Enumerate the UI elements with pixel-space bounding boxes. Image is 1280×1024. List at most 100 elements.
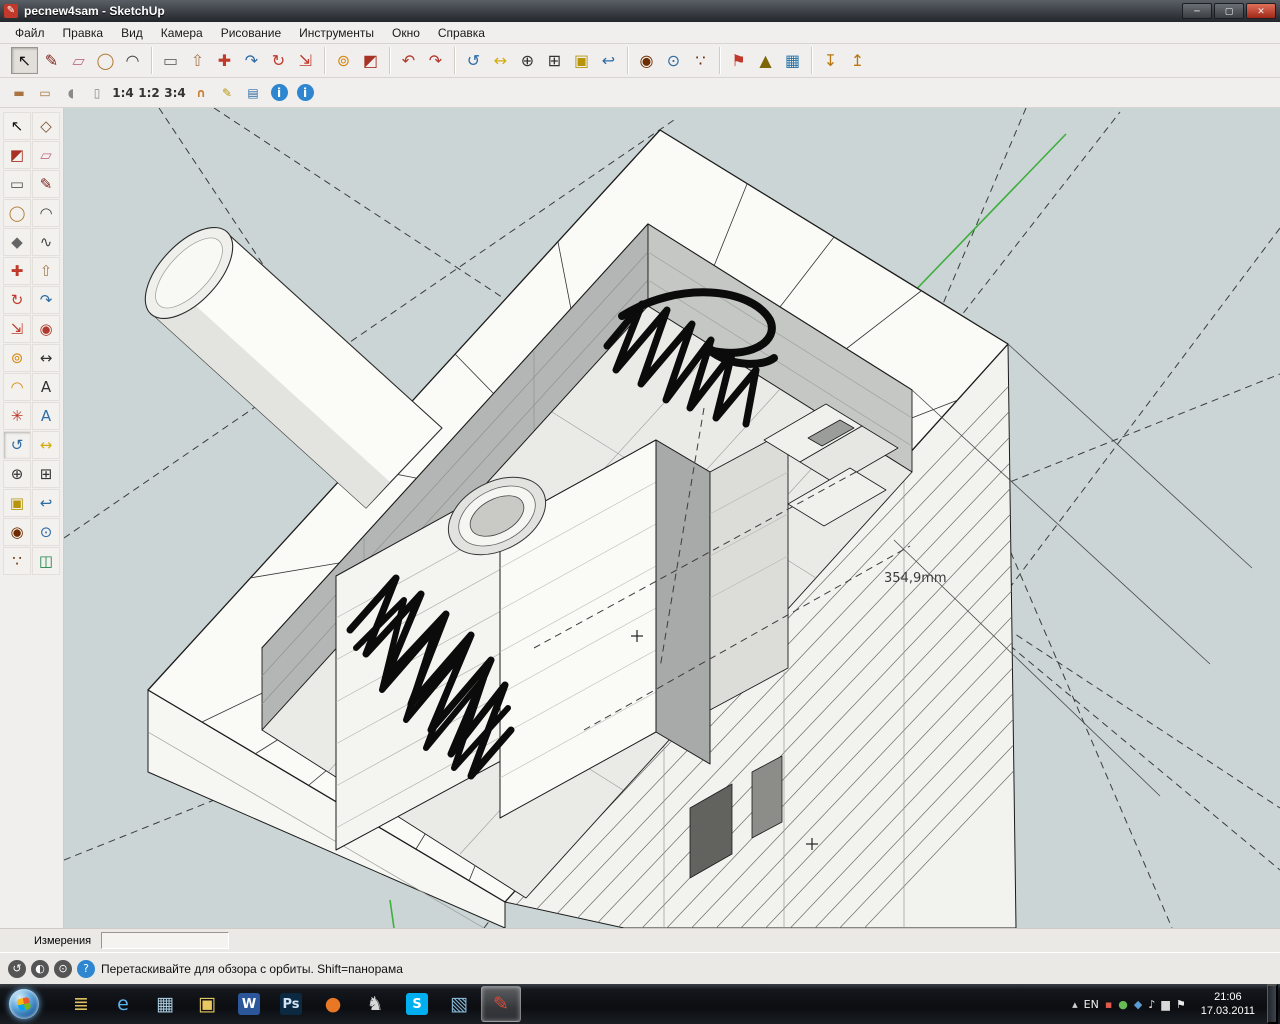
photoshop-icon[interactable]: Ps: [271, 986, 311, 1022]
offset-tool[interactable]: ◉: [32, 315, 60, 343]
get-models-button[interactable]: ↧: [817, 47, 844, 74]
make-component-tool[interactable]: ◇: [32, 112, 60, 140]
pan-tool[interactable]: ↔: [32, 431, 60, 459]
circle-tool[interactable]: ◯: [3, 199, 31, 227]
internet-explorer-icon[interactable]: e: [103, 986, 143, 1022]
move-tool[interactable]: ✚: [3, 257, 31, 285]
select-tool[interactable]: ↖: [11, 47, 38, 74]
model-canvas[interactable]: 354,9mm: [64, 108, 1280, 928]
follow-me-tool[interactable]: ↷: [238, 47, 265, 74]
look-around-tool[interactable]: ⊙: [660, 47, 687, 74]
tray-icon-red[interactable]: ▪: [1102, 999, 1115, 1010]
walk-tool[interactable]: ∵: [687, 47, 714, 74]
start-button[interactable]: [2, 984, 46, 1024]
arc-tool[interactable]: ◠: [119, 47, 146, 74]
freehand-tool[interactable]: ∿: [32, 228, 60, 256]
sketchup-icon[interactable]: ✎: [481, 986, 521, 1022]
tray-icon-green[interactable]: ●: [1115, 999, 1131, 1010]
tape-measure-tool[interactable]: ⊚: [330, 47, 357, 74]
scale-tool[interactable]: ⇲: [3, 315, 31, 343]
previous-view-tool[interactable]: ↩: [32, 489, 60, 517]
orbit-tool[interactable]: ↺: [3, 431, 31, 459]
redo-button[interactable]: ↷: [422, 47, 449, 74]
menu-camera[interactable]: Камера: [152, 23, 212, 43]
maximize-button[interactable]: ▢: [1214, 3, 1244, 19]
menu-view[interactable]: Вид: [112, 23, 152, 43]
3d-text-tool[interactable]: A: [32, 402, 60, 430]
scale-tool[interactable]: ⇲: [292, 47, 319, 74]
undo-button[interactable]: ↶: [395, 47, 422, 74]
menu-edit[interactable]: Правка: [54, 23, 113, 43]
polygon-tool[interactable]: ◆: [3, 228, 31, 256]
add-location-button[interactable]: ⚑: [725, 47, 752, 74]
photo-textures-button[interactable]: ▦: [779, 47, 806, 74]
zoom-tool[interactable]: ⊕: [514, 47, 541, 74]
menu-tools[interactable]: Инструменты: [290, 23, 383, 43]
eraser-tool[interactable]: ▱: [32, 141, 60, 169]
previous-view-tool[interactable]: ↩: [595, 47, 622, 74]
show-desktop-button[interactable]: [1267, 984, 1278, 1024]
menu-file[interactable]: Файл: [6, 23, 54, 43]
rotate-tool[interactable]: ↻: [265, 47, 292, 74]
push-pull-tool[interactable]: ⇧: [32, 257, 60, 285]
zoom-window-tool[interactable]: ⊞: [541, 47, 568, 74]
brick-full-button[interactable]: ▬: [6, 81, 32, 105]
zoom-tool[interactable]: ⊕: [3, 460, 31, 488]
menu-help[interactable]: Справка: [429, 23, 494, 43]
minimize-button[interactable]: ─: [1182, 3, 1212, 19]
edit-sheet-button[interactable]: ▤: [240, 81, 266, 105]
move-tool[interactable]: ✚: [211, 47, 238, 74]
brick-rounded-button[interactable]: ▭: [32, 81, 58, 105]
close-button[interactable]: ✕: [1246, 3, 1276, 19]
orbit-tool[interactable]: ↺: [460, 47, 487, 74]
network-icon[interactable]: ▆: [1158, 999, 1172, 1010]
pan-hint-icon[interactable]: ◐: [31, 960, 49, 978]
look-around-tool[interactable]: ⊙: [32, 518, 60, 546]
tray-icon-blue[interactable]: ◆: [1131, 999, 1145, 1010]
pan-tool[interactable]: ↔: [487, 47, 514, 74]
rectangle-tool[interactable]: ▭: [3, 170, 31, 198]
follow-me-tool[interactable]: ↷: [32, 286, 60, 314]
brick-on-edge-button[interactable]: ▯: [84, 81, 110, 105]
language-indicator[interactable]: EN: [1081, 999, 1102, 1010]
brick-arch-button[interactable]: ∩: [188, 81, 214, 105]
skype-icon[interactable]: S: [397, 986, 437, 1022]
circle-tool[interactable]: ◯: [92, 47, 119, 74]
info-button-2[interactable]: i: [292, 81, 318, 105]
zoom-hint-icon[interactable]: ⊙: [54, 960, 72, 978]
arc-tool[interactable]: ◠: [32, 199, 60, 227]
word-icon[interactable]: W: [229, 986, 269, 1022]
position-camera-tool[interactable]: ◉: [633, 47, 660, 74]
protractor-tool[interactable]: ◠: [3, 373, 31, 401]
select-tool[interactable]: ↖: [3, 112, 31, 140]
menu-draw[interactable]: Рисование: [212, 23, 290, 43]
paint-bucket-tool[interactable]: ◩: [357, 47, 384, 74]
game-icon[interactable]: ♞: [355, 986, 395, 1022]
brick-quarter-button[interactable]: 1:4: [110, 81, 136, 105]
zoom-extents-tool[interactable]: ▣: [568, 47, 595, 74]
rotate-tool[interactable]: ↻: [3, 286, 31, 314]
clock[interactable]: 21:06 17.03.2011: [1193, 990, 1263, 1019]
toggle-terrain-button[interactable]: ▲: [752, 47, 779, 74]
explorer-icon[interactable]: ▣: [187, 986, 227, 1022]
axes-tool[interactable]: ✳: [3, 402, 31, 430]
orbit-hint-icon[interactable]: ↺: [8, 960, 26, 978]
dimension-tool[interactable]: ↔: [32, 344, 60, 372]
mortar-pencil-button[interactable]: ✎: [214, 81, 240, 105]
viewport[interactable]: 354,9mm: [64, 108, 1280, 928]
brick-half-button[interactable]: 1:2: [136, 81, 162, 105]
position-camera-tool[interactable]: ◉: [3, 518, 31, 546]
media-player-icon[interactable]: ▦: [145, 986, 185, 1022]
help-icon[interactable]: ?: [77, 960, 95, 978]
brick-half-circle-button[interactable]: ◖: [58, 81, 84, 105]
line-tool[interactable]: ✎: [38, 47, 65, 74]
section-plane-tool[interactable]: ◫: [32, 547, 60, 575]
walk-tool[interactable]: ∵: [3, 547, 31, 575]
action-center-icon[interactable]: ⚑: [1173, 999, 1189, 1010]
push-pull-tool[interactable]: ⇧: [184, 47, 211, 74]
photo-viewer-icon[interactable]: ▧: [439, 986, 479, 1022]
firefox-icon[interactable]: ●: [313, 986, 353, 1022]
menu-window[interactable]: Окно: [383, 23, 429, 43]
info-button-1[interactable]: i: [266, 81, 292, 105]
zoom-window-tool[interactable]: ⊞: [32, 460, 60, 488]
